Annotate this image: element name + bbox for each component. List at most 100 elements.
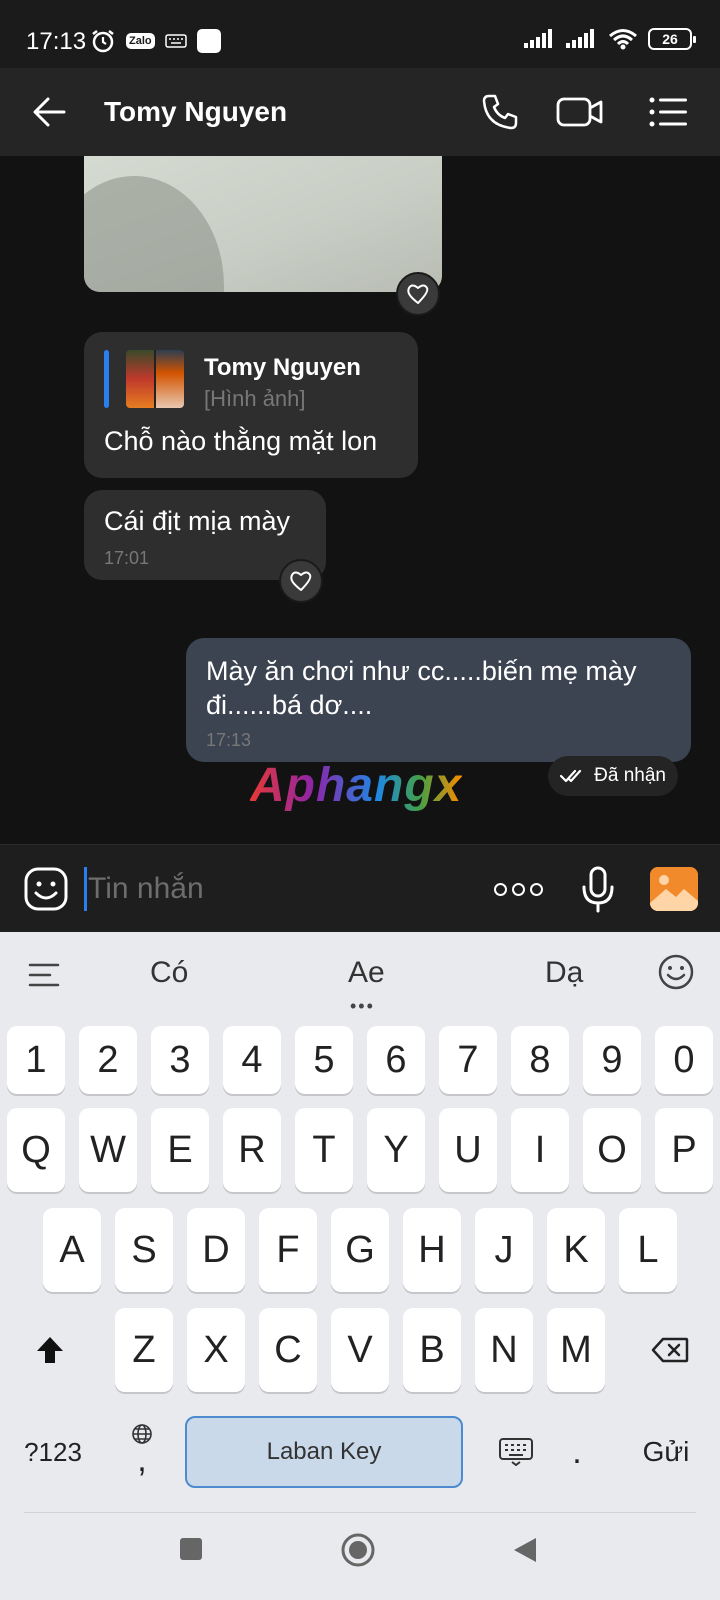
key-1[interactable]: 1 [7,1026,65,1094]
voice-message-button[interactable] [578,865,618,913]
send-key[interactable]: Gửi [618,1416,714,1488]
more-suggestions-icon[interactable]: ••• [350,996,375,1017]
message-text: Cái địt mịa mày [104,506,291,536]
key-3[interactable]: 3 [151,1026,209,1094]
text-cursor [84,867,87,911]
key-w[interactable]: W [79,1108,137,1192]
reply-message-bubble[interactable]: Tomy Nguyen [Hình ảnh] Chỗ nào thằng mặt… [84,332,418,478]
key-y[interactable]: Y [367,1108,425,1192]
wifi-icon [609,29,637,50]
triangle-back-icon [514,1538,536,1562]
backspace-icon [651,1337,689,1363]
signal-icon-2 [566,29,594,48]
alarm-icon [92,30,114,53]
heart-icon [407,284,429,304]
shift-key[interactable] [20,1308,80,1392]
key-a[interactable]: A [43,1208,101,1292]
comma-key[interactable]: , [112,1406,172,1492]
key-p[interactable]: P [655,1108,713,1192]
suggestion-1[interactable]: Có [150,956,188,990]
key-x[interactable]: X [187,1308,245,1392]
key-7[interactable]: 7 [439,1026,497,1094]
key-k[interactable]: K [547,1208,605,1292]
comma-label: , [137,1441,147,1479]
square-icon [180,1538,202,1560]
key-r[interactable]: R [223,1108,281,1192]
more-options-button[interactable] [494,867,546,911]
zalo-notification-icon: Zalo [126,33,155,49]
suggestion-bar: Có Ae ••• Dạ [0,932,720,1020]
chat-header: Tomy Nguyen [0,68,720,156]
sticker-button[interactable] [24,867,68,911]
heart-icon [290,571,312,591]
video-call-button[interactable] [556,88,604,136]
key-j[interactable]: J [475,1208,533,1292]
chat-title[interactable]: Tomy Nguyen [104,96,287,128]
key-d[interactable]: D [187,1208,245,1292]
key-f[interactable]: F [259,1208,317,1292]
quoted-message-type: [Hình ảnh] [204,386,306,411]
key-i[interactable]: I [511,1108,569,1192]
menu-list-icon [649,97,687,127]
dot-icon [494,882,507,896]
key-e[interactable]: E [151,1108,209,1192]
phone-icon [482,94,518,130]
key-v[interactable]: V [331,1308,389,1392]
key-q[interactable]: Q [7,1108,65,1192]
key-t[interactable]: T [295,1108,353,1192]
key-n[interactable]: N [475,1308,533,1392]
recent-apps-button[interactable] [178,1536,204,1567]
key-s[interactable]: S [115,1208,173,1292]
home-button[interactable] [340,1532,376,1573]
back-nav-button[interactable] [512,1536,538,1569]
back-arrow-icon [33,97,66,127]
key-2[interactable]: 2 [79,1026,137,1094]
suggestion-3[interactable]: Dạ [545,956,583,990]
backspace-key[interactable] [640,1308,700,1392]
space-bar[interactable]: Laban Key [185,1416,463,1488]
outgoing-message-bubble[interactable]: Mày ăn chơi như cc.....biến mẹ mày đi...… [186,638,691,762]
delivery-status-label: Đã nhận [594,765,666,786]
key-o[interactable]: O [583,1108,641,1192]
key-6[interactable]: 6 [367,1026,425,1094]
react-button[interactable] [396,272,440,316]
dot-icon [512,882,525,896]
key-u[interactable]: U [439,1108,497,1192]
key-8[interactable]: 8 [511,1026,569,1094]
key-l[interactable]: L [619,1208,677,1292]
video-call-icon [556,97,603,127]
key-z[interactable]: Z [115,1308,173,1392]
key-9[interactable]: 9 [583,1026,641,1094]
delivery-status: Đã nhận [548,756,678,796]
quote-bar [104,350,109,408]
voice-call-button[interactable] [476,88,524,136]
key-4[interactable]: 4 [223,1026,281,1094]
message-input[interactable] [88,863,468,915]
suggestion-2[interactable]: Ae [348,956,385,990]
keyboard-icon [499,1438,533,1466]
image-message[interactable] [84,156,442,292]
watermark: Aphangx [250,759,463,812]
emoji-icon[interactable] [658,954,694,990]
key-0[interactable]: 0 [655,1026,713,1094]
battery-indicator: 26 [648,28,696,50]
key-m[interactable]: M [547,1308,605,1392]
key-h[interactable]: H [403,1208,461,1292]
key-b[interactable]: B [403,1308,461,1392]
keyboard: Có Ae ••• Dạ 1 2 3 4 5 6 7 8 9 0 Q W E R… [0,932,720,1600]
symbols-key[interactable]: ?123 [10,1416,96,1488]
react-button[interactable] [279,559,323,603]
keyboard-switch-key[interactable] [484,1416,548,1488]
key-c[interactable]: C [259,1308,317,1392]
chat-options-button[interactable] [644,88,692,136]
message-list[interactable]: Tomy Nguyen [Hình ảnh] Chỗ nào thằng mặt… [0,156,720,844]
key-5[interactable]: 5 [295,1026,353,1094]
period-key[interactable]: . [552,1416,602,1488]
back-button[interactable] [28,90,72,134]
gallery-button[interactable] [650,867,698,911]
key-g[interactable]: G [331,1208,389,1292]
keyboard-menu-icon[interactable] [28,962,60,988]
message-composer [0,844,720,932]
message-text: Mày ăn chơi như cc.....biến mẹ mày đi...… [206,656,637,720]
quoted-image-thumbnail [126,350,184,408]
